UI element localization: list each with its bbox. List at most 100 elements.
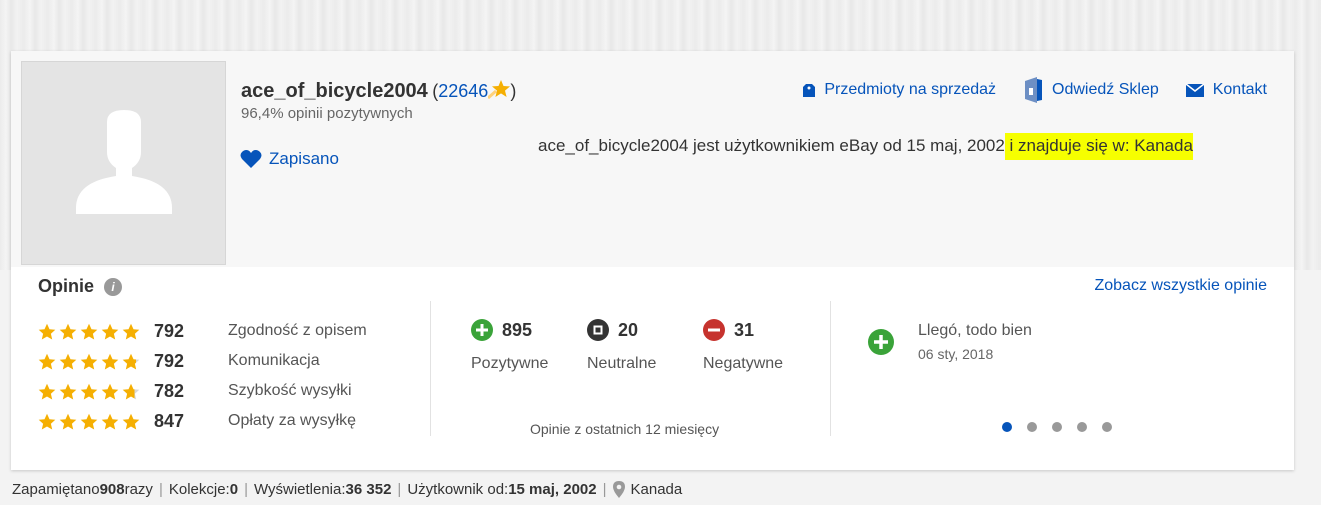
negative-count-value: 31 [734, 319, 755, 340]
star-icon [101, 413, 119, 429]
minus-circle-icon [703, 319, 725, 341]
rating-row: 792 Komunikacja [38, 346, 367, 376]
rating-label: Komunikacja [228, 352, 320, 369]
star-icon [80, 353, 98, 369]
carousel-dot[interactable] [1002, 422, 1012, 432]
saved-prefix: Zapamiętano [12, 481, 100, 498]
review-carousel-pagination [1002, 422, 1112, 432]
member-since-text: ace_of_bicycle2004 jest użytkownikiem eB… [538, 136, 1005, 155]
visit-store-label: Odwiedź Sklep [1052, 81, 1159, 98]
username[interactable]: ace_of_bicycle2004 [241, 80, 428, 102]
positive-count-label: Pozytywne [471, 355, 549, 372]
envelope-icon [1185, 83, 1204, 97]
separator: | [158, 481, 163, 498]
see-all-opinions-link[interactable]: Zobacz wszystkie opinie [1094, 277, 1267, 295]
column-divider [830, 301, 831, 436]
star-icon [101, 323, 119, 339]
negative-count[interactable]: 31 Negatywne [703, 319, 813, 373]
rating-value: 847 [154, 410, 185, 431]
shooting-star-icon [488, 80, 511, 99]
saved-suffix: razy [124, 481, 153, 498]
carousel-dot[interactable] [1052, 422, 1062, 432]
store-icon [1025, 77, 1043, 103]
star-icon [59, 383, 77, 399]
avatar[interactable] [21, 61, 226, 265]
star-icon [101, 353, 119, 369]
rating-label: Szybkość wysyłki [228, 382, 352, 399]
detailed-seller-ratings: 792 Zgodność z opisem 792 Komunikacja 78… [38, 316, 367, 436]
rating-row: 792 Zgodność z opisem [38, 316, 367, 346]
rating-value: 792 [154, 320, 185, 341]
saved-count: 908 [99, 481, 125, 498]
saved-seller-button[interactable]: Zapisano [240, 149, 339, 169]
neutral-circle-icon [587, 319, 609, 341]
contact-link[interactable]: Kontakt [1185, 81, 1267, 99]
opinions-heading: Opinie i [38, 276, 123, 297]
collections-label: Kolekcje: [168, 481, 230, 498]
neutral-count[interactable]: 20 Neutralne [587, 319, 703, 373]
star-icon [38, 323, 56, 339]
items-for-sale-link[interactable]: Przedmioty na sprzedaż [803, 81, 996, 99]
period-note: Opinie z ostatnich 12 miesięcy [530, 421, 720, 437]
member-since-value: 15 maj, 2002 [508, 481, 597, 498]
carousel-dot[interactable] [1027, 422, 1037, 432]
saved-label: Zapisano [269, 149, 339, 168]
neutral-count-value: 20 [618, 319, 639, 340]
star-icon [38, 353, 56, 369]
location-highlight-a: i znajduje się w [1004, 133, 1125, 160]
visit-store-link[interactable]: Odwiedź Sklep [1023, 77, 1159, 103]
star-icon [38, 383, 56, 399]
feedback-score[interactable]: 22646 [438, 81, 488, 101]
views-value: 36 352 [345, 481, 392, 498]
star-icon [122, 353, 140, 369]
close-paren: ) [510, 81, 517, 101]
star-icon [59, 323, 77, 339]
rating-row: 782 Szybkość wysyłki [38, 376, 367, 406]
star-icon [122, 383, 140, 399]
rating-label: Zgodność z opisem [228, 322, 367, 339]
feedback-score-wrap: (22646) [432, 80, 517, 101]
rating-row: 847 Opłaty za wysyłkę [38, 406, 367, 436]
opinions-title: Opinie [38, 276, 95, 296]
positive-count[interactable]: 895 Pozytywne [471, 319, 587, 373]
contact-label: Kontakt [1212, 81, 1267, 98]
star-icon [101, 383, 119, 399]
member-info: ace_of_bicycle2004 jest użytkownikiem eB… [538, 133, 1193, 160]
review-comment: Llegó, todo bien [918, 322, 1032, 339]
seller-links: Przedmioty na sprzedaż Odwiedź Sklep Kon… [803, 77, 1267, 103]
neutral-count-label: Neutralne [587, 355, 657, 372]
star-icon [38, 413, 56, 429]
location-highlight-b: : Kanada [1124, 133, 1193, 160]
carousel-dot[interactable] [1077, 422, 1087, 432]
review-date: 06 sty, 2018 [918, 346, 994, 362]
star-icon [59, 353, 77, 369]
user-profile-card: ace_of_bicycle2004 (22646) 96,4% opinii … [11, 51, 1294, 470]
star-rating [38, 413, 153, 430]
collections-value: 0 [229, 481, 239, 498]
views-label: Wyświetlenia: [253, 481, 346, 498]
profile-stats-bar: Zapamiętano 908 razy | Kolekcje: 0 | Wyś… [12, 481, 682, 498]
info-icon[interactable]: i [104, 277, 123, 296]
carousel-dot[interactable] [1102, 422, 1112, 432]
username-row: ace_of_bicycle2004 (22646) [241, 79, 516, 103]
member-since-label: Użytkownik od: [407, 481, 509, 498]
location-value: Kanada [630, 481, 683, 498]
feedback-counts: 895 Pozytywne 20 Neutralne 31 Negatywne [471, 319, 813, 373]
positive-review-icon [868, 329, 894, 355]
star-rating [38, 383, 153, 400]
user-placeholder-icon [76, 110, 172, 214]
positive-feedback-percent: 96,4% opinii pozytywnych [241, 105, 413, 122]
separator: | [244, 481, 248, 498]
star-icon [80, 323, 98, 339]
items-for-sale-label: Przedmioty na sprzedaż [824, 81, 997, 98]
plus-circle-icon [471, 319, 493, 341]
star-icon [122, 323, 140, 339]
column-divider [430, 301, 431, 436]
rating-value: 792 [154, 350, 185, 371]
negative-count-label: Negatywne [703, 355, 784, 372]
rating-label: Opłaty za wysyłkę [228, 412, 357, 429]
separator: | [397, 481, 402, 498]
location-pin-icon [612, 481, 625, 498]
star-icon [80, 413, 98, 429]
positive-count-value: 895 [502, 319, 533, 340]
